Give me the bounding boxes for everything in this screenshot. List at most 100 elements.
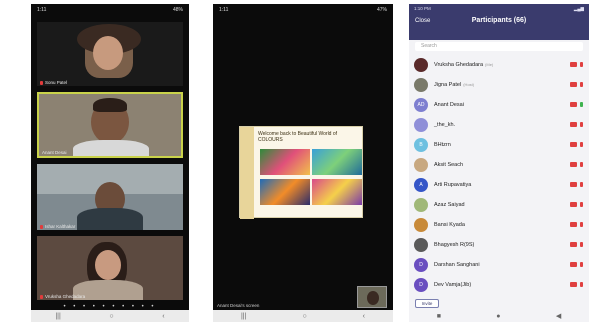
participant-name: Bansi Kyada [434, 221, 465, 228]
video-off-icon [570, 122, 577, 127]
participant-row[interactable]: D Darshan Sanghani [409, 255, 589, 274]
status-battery: 48% [172, 7, 183, 13]
participant-name: Azaz Saiyad [434, 201, 465, 208]
home-icon[interactable]: ● [496, 313, 500, 320]
muted-mic-icon [40, 224, 43, 229]
slide-title: Welcome back to Beautiful World of COLOU… [258, 131, 338, 143]
video-off-icon [570, 82, 577, 87]
mic-muted-icon [580, 142, 583, 147]
video-off-icon [570, 282, 577, 287]
signal-icon: ▂▄▆ [573, 6, 584, 11]
screen-share-view: 1:11 47% Welcome back to Beautiful World… [213, 4, 393, 322]
slide-image [260, 149, 310, 175]
participant-row[interactable]: A Arti Rupavatiya [409, 175, 589, 194]
participant-row[interactable]: _the_kh. [409, 115, 589, 134]
video-off-icon [570, 102, 577, 107]
participants-screen: 1:10 PM ▂▄▆ Close Participants (66) Sear… [409, 4, 589, 322]
mic-muted-icon [580, 222, 583, 227]
participant-name: Aksit Seach [434, 161, 464, 168]
participant-row[interactable]: Bansi Kyada [409, 215, 589, 234]
avatar: AD [414, 97, 428, 112]
participant-name: Arti Rupavatiya [434, 181, 472, 188]
tile-name: Sonu Patel [40, 80, 67, 85]
participant-name: Jigna Patel (Host) [434, 81, 475, 88]
shared-slide[interactable]: Welcome back to Beautiful World of COLOU… [239, 126, 363, 219]
mic-muted-icon [580, 282, 583, 287]
status-battery: 47% [376, 7, 387, 13]
avatar [414, 77, 428, 92]
participant-row[interactable]: Azaz Saiyad [409, 195, 589, 214]
muted-mic-icon [40, 294, 43, 299]
avatar: D [414, 257, 428, 272]
participant-row[interactable]: Aksit Seach [409, 155, 589, 174]
participant-row[interactable]: Jigna Patel (Host) [409, 75, 589, 94]
participant-name: BHtzrn [434, 141, 451, 148]
slide-image [260, 179, 310, 205]
avatar: D [414, 277, 428, 292]
video-tile[interactable]: Ishar Kalthakar [37, 164, 183, 230]
participant-row[interactable]: D Dev Vamja(Jib) [409, 275, 589, 294]
video-off-icon [570, 142, 577, 147]
video-off-icon [570, 202, 577, 207]
slide-image [312, 149, 362, 175]
recent-apps-icon[interactable]: ■ [437, 313, 441, 320]
status-time: 1:11 [37, 7, 47, 13]
avatar: A [414, 177, 428, 192]
participant-name: Dev Vamja(Jib) [434, 281, 472, 288]
recent-apps-icon[interactable]: ||| [55, 313, 60, 320]
back-icon[interactable]: ◀ [556, 312, 561, 320]
participant-name: Vruksha Ghedadara (Me) [434, 61, 494, 68]
tile-name: Vruksha Ghedadara [40, 294, 85, 299]
participant-name: Bhagyesh R(9S) [434, 241, 475, 248]
mic-muted-icon [580, 162, 583, 167]
participant-name: _the_kh. [434, 121, 456, 128]
status-bar: 1:11 47% [213, 4, 393, 16]
status-time: 1:11 [219, 7, 229, 13]
mic-on-icon [580, 102, 583, 107]
mic-muted-icon [580, 62, 583, 67]
android-nav-bar: ||| ○ ‹ [31, 310, 189, 322]
video-tile[interactable]: Vruksha Ghedadara [37, 236, 183, 300]
home-icon[interactable]: ○ [302, 313, 306, 320]
video-off-icon [570, 62, 577, 67]
video-off-icon [570, 182, 577, 187]
mic-muted-icon [580, 122, 583, 127]
active-speaker-tile[interactable]: Anant Desai [37, 92, 183, 158]
tile-name: Anant Desai [42, 150, 67, 155]
video-tile[interactable]: Sonu Patel [37, 22, 183, 86]
muted-mic-icon [40, 80, 43, 85]
participant-row[interactable]: Vruksha Ghedadara (Me) [409, 55, 589, 74]
slide-image [312, 179, 362, 205]
mic-muted-icon [580, 82, 583, 87]
participant-name: Darshan Sanghani [434, 261, 480, 268]
video-off-icon [570, 222, 577, 227]
participant-row[interactable]: AD Anant Desai [409, 95, 589, 114]
participant-row[interactable]: Bhagyesh R(9S) [409, 235, 589, 254]
mic-muted-icon [580, 242, 583, 247]
screen-share-label: Anant Desai's screen [217, 303, 260, 308]
avatar [414, 117, 428, 132]
back-icon[interactable]: ‹ [162, 313, 164, 320]
tile-name: Ishar Kalthakar [40, 224, 75, 229]
android-nav-bar: ■ ● ◀ [409, 310, 589, 322]
self-video-thumbnail[interactable] [357, 286, 387, 308]
android-nav-bar: ||| ○ ‹ [213, 310, 393, 322]
invite-button[interactable]: Invite [415, 299, 439, 308]
mic-muted-icon [580, 262, 583, 267]
participant-name: Anant Desai [434, 101, 464, 108]
search-input[interactable]: Search [415, 42, 583, 51]
avatar: B [414, 137, 428, 152]
recent-apps-icon[interactable]: ||| [241, 313, 246, 320]
back-icon[interactable]: ‹ [363, 313, 365, 320]
avatar [414, 237, 428, 252]
mic-muted-icon [580, 202, 583, 207]
home-icon[interactable]: ○ [109, 313, 113, 320]
mic-muted-icon [580, 182, 583, 187]
status-bar: 1:10 PM ▂▄▆ [414, 6, 584, 12]
avatar [414, 157, 428, 172]
status-time: 1:10 PM [414, 6, 431, 11]
participant-row[interactable]: B BHtzrn [409, 135, 589, 154]
avatar [414, 57, 428, 72]
video-off-icon [570, 242, 577, 247]
participants-title: Participants (66) [471, 17, 527, 24]
